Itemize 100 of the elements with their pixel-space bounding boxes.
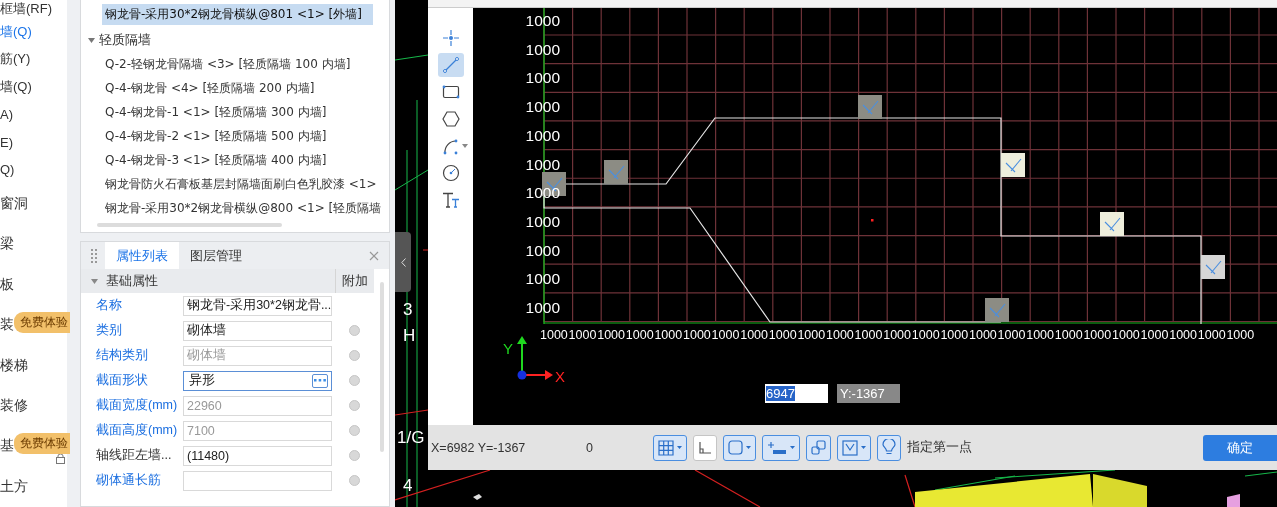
- grid-icon: [658, 439, 674, 456]
- collapse-handle[interactable]: [395, 232, 411, 292]
- tree-item[interactable]: 钢龙骨防火石膏板基层封隔墙面刷白色乳胶漆 <1>: [81, 172, 389, 196]
- axis-tick-label: 1000: [525, 270, 560, 288]
- free-trial-badge: 免费体验: [14, 433, 70, 455]
- drawing-canvas[interactable]: 1000 1000 1000 1000 1000 1000 1000 1000 1000 1000 1000 1000100010001000100010001000100010001000100010001000100010001000100010001000100010001000100010001000 Y X 6947 Y:-1367: [473, 8, 1277, 425]
- text-tool-icon: [441, 192, 460, 208]
- cursor-coordinates: X=6982 Y=-1367: [430, 440, 527, 455]
- status-value: 0: [586, 440, 594, 455]
- panel-tab[interactable]: 图层管理: [179, 242, 253, 269]
- panel-tab[interactable]: 属性列表: [105, 242, 179, 269]
- y-axis-label: Y: [503, 340, 513, 357]
- nav-item[interactable]: 基 免费体验: [0, 426, 67, 467]
- property-label: 截面宽度(mm): [95, 397, 179, 414]
- section-title: 基础属性: [106, 272, 158, 290]
- nav-item[interactable]: 装修: [0, 385, 67, 427]
- property-value: 异形: [189, 372, 215, 389]
- property-field[interactable]: (11480): [183, 445, 332, 466]
- axis-tick-label: 1000: [525, 40, 560, 58]
- tree-item[interactable]: Q-4-钢龙骨-3 <1> [轻质隔墙 400 内墙]: [81, 148, 389, 172]
- snap-toggle-button[interactable]: [837, 434, 871, 461]
- axis-tick-label: 1000: [525, 126, 560, 144]
- x-coordinate-field[interactable]: 6947: [765, 384, 828, 403]
- axis-tick-label: 1000: [525, 212, 560, 230]
- close-icon[interactable]: [369, 250, 379, 261]
- nav-item[interactable]: Q): [0, 156, 67, 184]
- tree-item[interactable]: Q-4-钢龙骨-1 <1> [轻质隔墙 300 内墙]: [81, 100, 389, 124]
- grip-handle-icon[interactable]: [985, 298, 1009, 322]
- nav-item[interactable]: 梁: [0, 224, 67, 265]
- nav-item[interactable]: 筋(Y): [0, 45, 67, 74]
- section-header[interactable]: 基础属性: [81, 269, 335, 293]
- snap-toggle-button[interactable]: [693, 434, 717, 461]
- nav-item[interactable]: 窗洞: [0, 183, 67, 225]
- drag-handle-icon[interactable]: [91, 248, 97, 263]
- axis-tick-label: 1000: [525, 184, 560, 202]
- axis-tick-label: 1000: [854, 328, 883, 342]
- property-value: 7100: [187, 423, 215, 438]
- snap-toggle-button[interactable]: [762, 434, 800, 461]
- nav-item[interactable]: A): [0, 100, 67, 129]
- tree-item[interactable]: Q-4-钢龙骨 <4> [轻质隔墙 200 内墙]: [81, 76, 389, 100]
- axis-tick-label: 1000: [1197, 328, 1226, 342]
- chevron-left-icon: [400, 257, 406, 267]
- confirm-button[interactable]: 确定: [1203, 434, 1277, 461]
- nav-item[interactable]: 楼梯: [0, 345, 67, 386]
- grip-handle-icon[interactable]: [1201, 255, 1225, 279]
- axis-tick-label: 1000: [525, 241, 560, 259]
- more-button[interactable]: [312, 373, 328, 388]
- circle-icon: [441, 164, 460, 182]
- property-field[interactable]: [183, 470, 332, 491]
- axis-label: 3: [403, 300, 413, 320]
- caret-icon: [88, 37, 95, 43]
- grip-handle-icon[interactable]: [1001, 153, 1025, 177]
- attach-checkbox[interactable]: [348, 325, 360, 336]
- nav-item[interactable]: 土方: [0, 466, 67, 507]
- arc-icon: [441, 137, 460, 155]
- property-label: 截面形状: [95, 372, 149, 389]
- axis-tick-label: 1000: [625, 328, 654, 342]
- nav-item[interactable]: 框墙(RF): [0, 0, 67, 18]
- dropdown-caret-icon: [461, 144, 468, 148]
- scrollbar[interactable]: [380, 282, 384, 452]
- grip-handle-icon[interactable]: [858, 95, 882, 119]
- attach-checkbox[interactable]: [348, 475, 360, 486]
- tree-item[interactable]: 钢龙骨-采用30*2钢龙骨横纵@800 <1> [轻质隔墙: [81, 196, 389, 220]
- property-field[interactable]: 砌体墙: [183, 320, 332, 341]
- tree-group[interactable]: 轻质隔墙: [81, 28, 389, 52]
- axis-tick-label: 1000: [540, 328, 568, 342]
- line-icon: [441, 56, 460, 74]
- snap-toggle-button[interactable]: [806, 434, 831, 461]
- scrollbar[interactable]: [97, 223, 282, 227]
- axis-tick-label: 1000: [1112, 328, 1140, 342]
- attach-checkbox[interactable]: [348, 450, 360, 461]
- axis-label: H: [403, 326, 416, 346]
- grip-handle-icon[interactable]: [1100, 212, 1124, 236]
- nav-item[interactable]: 板: [0, 264, 67, 305]
- hexagon-icon: [441, 111, 460, 127]
- tree-item[interactable]: Q-4-钢龙骨-2 <1> [轻质隔墙 500 内墙]: [81, 124, 389, 148]
- property-label: 砌体通长筋: [95, 472, 162, 489]
- point-icon: [441, 29, 460, 47]
- nav-item[interactable]: 装 免费体验: [0, 304, 67, 346]
- axis-tick-label: 1000: [525, 155, 560, 173]
- axis-tick-label: 1000: [525, 12, 560, 29]
- property-value: 砌体墙: [187, 322, 226, 339]
- attach-checkbox[interactable]: [348, 375, 360, 386]
- property-label: 类别: [95, 322, 123, 339]
- more-icon: [314, 379, 326, 382]
- nav-item[interactable]: 墙(Q): [0, 73, 67, 101]
- property-field[interactable]: 异形: [183, 370, 332, 391]
- nav-item[interactable]: 墙(Q): [0, 18, 67, 46]
- axis-tick-label: 1000: [1026, 328, 1054, 342]
- tree-item[interactable]: Q-2-轻钢龙骨隔墙 <3> [轻质隔墙 100 内墙]: [81, 52, 389, 76]
- axis-tick-label: 1000: [525, 98, 560, 116]
- grip-handle-icon[interactable]: [604, 160, 628, 184]
- axis-tick-label: 1000: [654, 328, 683, 342]
- tree-item[interactable]: 钢龙骨-采用30*2钢龙骨横纵@801 <1> [外墙]: [102, 4, 373, 25]
- y-coordinate-field[interactable]: Y:-1367: [837, 384, 900, 403]
- axis-tick-label: 1000: [768, 328, 797, 342]
- snap-toggle-button[interactable]: [653, 434, 687, 461]
- nav-item[interactable]: E): [0, 128, 67, 157]
- snap-toggle-button[interactable]: [877, 434, 901, 461]
- snap-toggle-button[interactable]: [723, 434, 756, 461]
